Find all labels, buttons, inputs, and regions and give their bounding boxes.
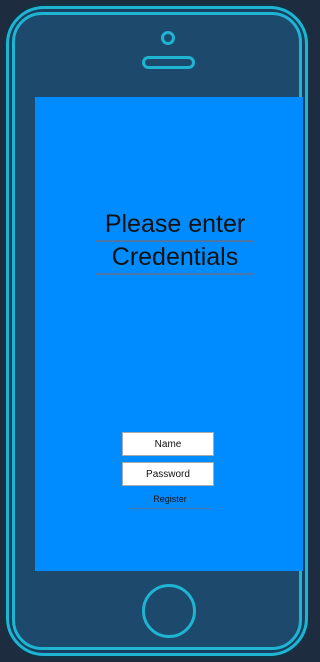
- credentials-heading-line-1: Please enter: [96, 209, 254, 242]
- name-input[interactable]: [122, 432, 214, 456]
- heading-underline-2: [96, 273, 254, 275]
- speaker-icon: [142, 56, 195, 69]
- camera-icon: [161, 31, 175, 45]
- credentials-heading-text-2: Credentials: [111, 243, 239, 271]
- home-button[interactable]: [142, 584, 196, 638]
- credentials-heading-line-2: Credentials: [96, 242, 254, 275]
- register-underline: [130, 508, 211, 509]
- register-link[interactable]: Register: [130, 493, 210, 508]
- password-input[interactable]: [122, 462, 214, 486]
- credentials-heading-text-1: Please enter: [104, 210, 246, 238]
